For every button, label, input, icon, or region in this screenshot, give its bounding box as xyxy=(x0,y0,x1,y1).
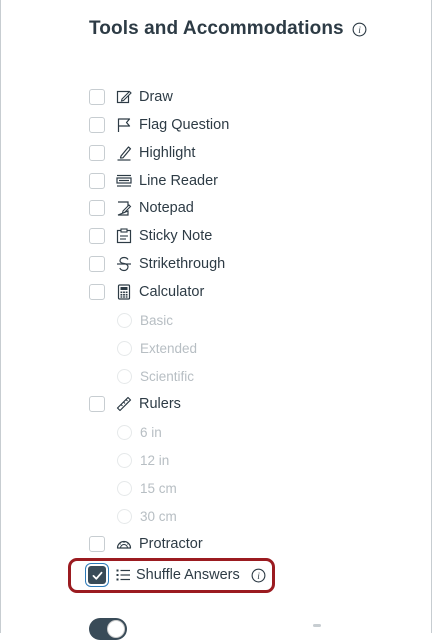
tool-row-sticky-note[interactable]: Sticky Note xyxy=(89,225,212,247)
info-icon[interactable]: i xyxy=(352,22,367,37)
flag-icon xyxy=(115,116,133,134)
tool-row-notepad[interactable]: Notepad xyxy=(89,197,194,219)
calculator-option-scientific[interactable]: Scientific xyxy=(117,366,194,386)
option-label: 30 cm xyxy=(140,508,177,524)
info-icon[interactable]: i xyxy=(251,568,266,583)
option-label: Scientific xyxy=(140,368,195,384)
tool-row-protractor[interactable]: Protractor xyxy=(89,533,203,555)
calculator-option-basic[interactable]: Basic xyxy=(117,310,173,330)
toggle-knob xyxy=(107,620,125,638)
list-icon xyxy=(114,566,132,584)
tool-label: Flag Question xyxy=(139,117,230,133)
tool-label: Highlight xyxy=(139,145,196,161)
line-reader-checkbox[interactable] xyxy=(89,173,105,189)
radio-button[interactable] xyxy=(117,368,132,384)
notepad-icon xyxy=(115,199,133,217)
tool-label: Strikethrough xyxy=(139,256,226,272)
rulers-checkbox[interactable] xyxy=(89,396,105,412)
tool-label: Draw xyxy=(139,89,173,105)
option-label: 6 in xyxy=(140,424,162,440)
partial-element xyxy=(313,624,321,627)
tool-row-calculator[interactable]: Calculator xyxy=(89,281,204,303)
calculator-icon xyxy=(115,283,133,301)
tool-label: Protractor xyxy=(139,536,203,552)
tool-label: Line Reader xyxy=(139,173,218,189)
calculator-checkbox[interactable] xyxy=(89,284,105,300)
option-label: 15 cm xyxy=(140,480,177,496)
protractor-checkbox[interactable] xyxy=(89,536,105,552)
highlighter-icon xyxy=(115,144,133,162)
radio-button[interactable] xyxy=(117,480,132,496)
calculator-option-extended[interactable]: Extended xyxy=(117,338,197,358)
tool-label: Notepad xyxy=(139,200,194,216)
svg-text:i: i xyxy=(257,571,260,581)
ruler-option-12-in[interactable]: 12 in xyxy=(117,450,169,470)
strikethrough-icon xyxy=(115,255,133,273)
highlight-checkbox[interactable] xyxy=(89,145,105,161)
ruler-option-6-in[interactable]: 6 in xyxy=(117,422,162,442)
panel-title: Tools and Accommodations xyxy=(89,18,344,39)
sticky-note-checkbox[interactable] xyxy=(89,228,105,244)
option-label: Basic xyxy=(140,312,174,328)
tool-row-rulers[interactable]: Rulers xyxy=(89,393,181,415)
radio-button[interactable] xyxy=(117,312,132,328)
protractor-icon xyxy=(115,535,133,553)
tool-label: Shuffle Answers xyxy=(136,567,240,583)
title-row: Tools and Accommodations i xyxy=(89,18,367,40)
tool-row-line-reader[interactable]: Line Reader xyxy=(89,170,218,192)
tool-row-flag-question[interactable]: Flag Question xyxy=(89,114,229,136)
ruler-icon xyxy=(115,395,133,413)
sticky-note-icon xyxy=(115,227,133,245)
tool-row-draw[interactable]: Draw xyxy=(89,86,173,108)
radio-button[interactable] xyxy=(117,424,132,440)
tool-label: Calculator xyxy=(139,284,205,300)
option-label: Extended xyxy=(140,340,198,356)
shuffle-answers-checkbox[interactable] xyxy=(88,566,106,584)
tool-label: Sticky Note xyxy=(139,228,213,244)
notepad-checkbox[interactable] xyxy=(89,200,105,216)
radio-button[interactable] xyxy=(117,340,132,356)
draw-checkbox[interactable] xyxy=(89,89,105,105)
tool-row-shuffle-answers[interactable]: Shuffle Answers i xyxy=(88,564,266,586)
ruler-option-15-cm[interactable]: 15 cm xyxy=(117,478,177,498)
option-label: 12 in xyxy=(140,452,170,468)
tool-label: Rulers xyxy=(139,396,181,412)
ruler-option-30-cm[interactable]: 30 cm xyxy=(117,506,177,526)
tool-row-strikethrough[interactable]: Strikethrough xyxy=(89,253,225,275)
radio-button[interactable] xyxy=(117,452,132,468)
draw-icon xyxy=(115,88,133,106)
tools-panel: Tools and Accommodations i Draw Flag Que… xyxy=(0,0,432,640)
line-reader-icon xyxy=(115,172,133,190)
tool-row-highlight[interactable]: Highlight xyxy=(89,142,195,164)
flag-question-checkbox[interactable] xyxy=(89,117,105,133)
radio-button[interactable] xyxy=(117,508,132,524)
svg-text:i: i xyxy=(358,25,361,35)
strikethrough-checkbox[interactable] xyxy=(89,256,105,272)
